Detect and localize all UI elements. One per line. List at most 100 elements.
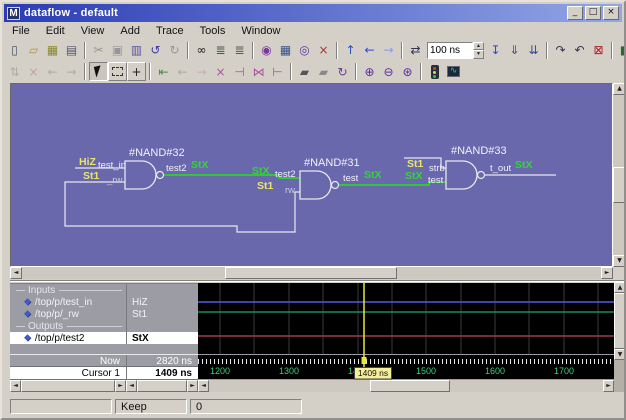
move-up-button[interactable]: ↑	[341, 41, 360, 60]
cut-button[interactable]: ✂	[89, 41, 108, 60]
run-length-input[interactable]	[427, 42, 473, 59]
select-mode-button[interactable]	[89, 62, 108, 81]
close-button[interactable]: ×	[603, 6, 619, 20]
menu-trace[interactable]: Trace	[148, 23, 192, 39]
find-button[interactable]: ∞	[192, 41, 211, 60]
scroll-thumb[interactable]	[225, 267, 397, 279]
sort-signals-button[interactable]: ⇅	[5, 62, 24, 81]
scroll-up-icon[interactable]: ▲	[614, 282, 626, 293]
values-hscrollbar[interactable]: ◄ ►	[126, 380, 198, 392]
print-button[interactable]: ▤	[62, 41, 81, 60]
run-button[interactable]: ↧	[486, 41, 505, 60]
zoom-in-button[interactable]: ⊕	[360, 62, 379, 81]
scroll-thumb[interactable]	[370, 380, 450, 392]
erase-all-button[interactable]: ▰	[314, 62, 333, 81]
scroll-thumb[interactable]	[613, 167, 626, 203]
title-bar[interactable]: M dataflow - default _ □ ×	[4, 4, 622, 22]
spin-down-icon[interactable]: ▼	[473, 50, 484, 59]
remove-net-button[interactable]: ×	[211, 62, 230, 81]
collapse-net-button[interactable]: ⋈	[249, 62, 268, 81]
schematic-vscrollbar[interactable]: ▲ ▼	[613, 83, 626, 267]
collapse-categories-button[interactable]: ≣	[211, 41, 230, 60]
zoom-full-button[interactable]: ⊛	[398, 62, 417, 81]
toolbar-separator	[290, 63, 292, 80]
schematic-canvas[interactable]: #NAND#32 HiZ test_in St1 _rw test2 StX #…	[10, 83, 613, 267]
wave-hscrollbar[interactable]: ◄ ►	[198, 380, 614, 392]
step-over-icon: ↶	[574, 44, 584, 56]
collapse-right-button[interactable]: ⊢	[268, 62, 287, 81]
menu-tools[interactable]: Tools	[192, 23, 234, 39]
show-grid-button[interactable]: ▦	[276, 41, 295, 60]
copy-button[interactable]: ▣	[108, 41, 127, 60]
continue-run-button[interactable]: ⇓	[505, 41, 524, 60]
wave-row-/top/p/test_in[interactable]: ◆/top/p/test_inHiZ	[10, 296, 198, 308]
menu-file[interactable]: File	[4, 23, 38, 39]
find-signal-button[interactable]: ◎	[295, 41, 314, 60]
show-wave-window-button[interactable]: ◧	[616, 41, 626, 60]
maximize-button[interactable]: □	[585, 6, 601, 20]
open-button[interactable]: ▱	[24, 41, 43, 60]
scroll-right-icon[interactable]: ►	[187, 380, 198, 392]
trace-forward-button[interactable]: →	[62, 62, 81, 81]
scroll-up-icon[interactable]: ▲	[613, 83, 626, 95]
regenerate-button[interactable]: ↻	[333, 62, 352, 81]
paste-button[interactable]: ▥	[127, 41, 146, 60]
scroll-right-icon[interactable]: ►	[603, 380, 614, 392]
minimize-button[interactable]: _	[567, 6, 583, 20]
trace-back-button[interactable]: ←	[43, 62, 62, 81]
menu-edit[interactable]: Edit	[38, 23, 73, 39]
scroll-left-icon[interactable]: ◄	[198, 380, 209, 392]
undo-button[interactable]: ↺	[146, 41, 165, 60]
menu-window[interactable]: Window	[233, 23, 288, 39]
show-wave-button[interactable]	[425, 62, 444, 81]
wave-viewport[interactable]: 1200 1300 1400 1500 1600 1700 1409 ns	[198, 283, 614, 380]
run-all-button[interactable]: ⇊	[524, 41, 543, 60]
scroll-thumb[interactable]	[614, 293, 626, 349]
redo-button[interactable]: ↻	[165, 41, 184, 60]
names-hscrollbar[interactable]: ◄ ►	[10, 380, 126, 392]
scroll-thumb[interactable]	[137, 380, 187, 392]
wave-group-outputs[interactable]: Outputs	[10, 320, 198, 332]
expand-net-left-button[interactable]: ←	[173, 62, 192, 81]
wave-cursor-handle[interactable]	[362, 357, 367, 364]
wave-row-/top/p/_rw[interactable]: ◆/top/p/_rwSt1	[10, 308, 198, 320]
restart-button[interactable]: ⇄	[406, 41, 425, 60]
embedded-wave-button[interactable]	[444, 62, 463, 81]
list-lines-icon: ≣	[215, 44, 225, 56]
delete-window-button[interactable]: ×	[314, 41, 333, 60]
schematic-hscrollbar[interactable]: ◄ ►	[10, 267, 613, 279]
menu-view[interactable]: View	[73, 23, 113, 39]
new-file-button[interactable]: ▯	[5, 41, 24, 60]
zoom-out-button[interactable]: ⊖	[379, 62, 398, 81]
cursor-row[interactable]: Cursor 1 1409 ns	[10, 367, 198, 380]
scroll-left-icon[interactable]: ◄	[126, 380, 137, 392]
wave-row-/top/p/test2[interactable]: ◆/top/p/test2StX	[10, 332, 198, 344]
save-button[interactable]: ▦	[43, 41, 62, 60]
scroll-thumb[interactable]	[21, 380, 115, 392]
erase-highlights-button[interactable]: ▰	[295, 62, 314, 81]
trace-net-button[interactable]: ◉	[257, 41, 276, 60]
back-button[interactable]: ←	[360, 41, 379, 60]
step-over-button[interactable]: ↶	[570, 41, 589, 60]
scroll-right-icon[interactable]: ►	[601, 267, 613, 279]
step-button[interactable]: ↷	[551, 41, 570, 60]
delete-signal-button[interactable]: ×	[24, 62, 43, 81]
scroll-left-icon[interactable]: ◄	[10, 380, 21, 392]
break-button[interactable]: ⊠	[589, 41, 608, 60]
spin-up-icon[interactable]: ▲	[473, 42, 484, 51]
scroll-down-icon[interactable]: ▼	[614, 349, 626, 360]
scroll-right-icon[interactable]: ►	[115, 380, 126, 392]
wave-group-inputs[interactable]: Inputs	[10, 284, 198, 296]
forward-button[interactable]: →	[379, 41, 398, 60]
menu-add[interactable]: Add	[112, 23, 148, 39]
toolbar-separator	[187, 42, 189, 59]
scroll-left-icon[interactable]: ◄	[10, 267, 22, 279]
expand-net-to-drivers-button[interactable]: ⇤	[154, 62, 173, 81]
collapse-left-button[interactable]: ⊣	[230, 62, 249, 81]
zoom-area-mode-button[interactable]	[108, 62, 127, 81]
expand-net-right-button[interactable]: →	[192, 62, 211, 81]
wave-vscrollbar[interactable]: ▲ ▼	[614, 282, 626, 392]
scroll-down-icon[interactable]: ▼	[613, 255, 626, 267]
pan-mode-button[interactable]: +	[127, 62, 146, 81]
expand-categories-button[interactable]: ≣	[230, 41, 249, 60]
